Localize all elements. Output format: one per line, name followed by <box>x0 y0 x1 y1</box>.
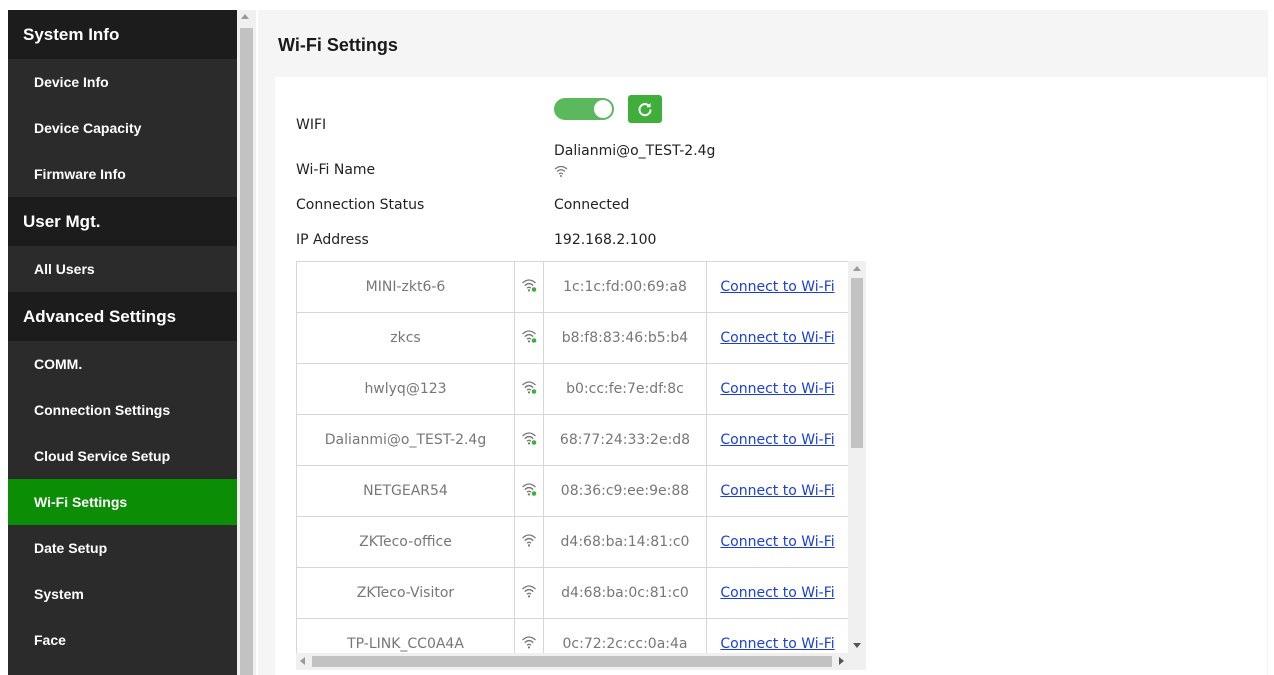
page-title: Wi-Fi Settings <box>278 35 398 55</box>
scroll-down-arrow-icon[interactable] <box>853 643 861 648</box>
network-row: zkcs b8:f8:83:46:b5:b4 Connect to Wi-Fi <box>296 312 849 364</box>
scroll-up-arrow-icon[interactable] <box>241 14 249 19</box>
wifi-icon <box>514 516 544 568</box>
sidebar-section-user-mgt[interactable]: User Mgt. <box>8 197 237 246</box>
connect-to-wifi-link[interactable]: Connect to Wi-Fi <box>720 279 834 295</box>
connect-to-wifi-link[interactable]: Connect to Wi-Fi <box>720 636 834 652</box>
network-action-cell: Connect to Wi-Fi <box>706 363 849 415</box>
sidebar-item-connection-settings[interactable]: Connection Settings <box>8 387 237 433</box>
network-row: hwlyq@123 b0:cc:fe:7e:df:8c Connect to Wi-… <box>296 363 849 415</box>
network-action-cell: Connect to Wi-Fi <box>706 261 849 313</box>
table-scroll-thumb[interactable] <box>851 278 863 448</box>
sidebar-item-cloud-service-setup[interactable]: Cloud Service Setup <box>8 433 237 479</box>
network-action-cell: Connect to Wi-Fi <box>706 312 849 364</box>
sidebar-item-date-setup[interactable]: Date Setup <box>8 525 237 571</box>
wifi-open-icon <box>514 312 544 364</box>
network-row: Dalianmi@o_TEST-2.4g 68:77:24:33:2e:d8 Con… <box>296 414 849 466</box>
ip-address-value: 192.168.2.100 <box>554 232 657 248</box>
sidebar-item-all-users[interactable]: All Users <box>8 246 237 292</box>
wifi-toggle[interactable] <box>554 98 614 120</box>
network-mac: b8:f8:83:46:b5:b4 <box>543 312 707 364</box>
wifi-network-table: MINI-zkt6-6 1c:1c:fd:00:69:a8 Connect to W… <box>296 261 849 670</box>
connect-to-wifi-link[interactable]: Connect to Wi-Fi <box>720 585 834 601</box>
main-panel: Wi-Fi Settings WIFI Wi-Fi Name Dalianmi@… <box>258 10 1268 675</box>
network-ssid: hwlyq@123 <box>296 363 515 415</box>
scroll-left-arrow-icon[interactable] <box>300 657 305 665</box>
scroll-up-arrow-icon[interactable] <box>853 266 861 271</box>
network-mac: b0:cc:fe:7e:df:8c <box>543 363 707 415</box>
network-action-cell: Connect to Wi-Fi <box>706 414 849 466</box>
sidebar-item-face[interactable]: Face <box>8 617 237 663</box>
network-mac: d4:68:ba:0c:81:c0 <box>543 567 707 619</box>
sidebar-item-firmware-info[interactable]: Firmware Info <box>8 151 237 197</box>
network-ssid: ZKTeco-office <box>296 516 515 568</box>
connect-to-wifi-link[interactable]: Connect to Wi-Fi <box>720 381 834 397</box>
wifi-open-icon <box>514 414 544 466</box>
scroll-right-arrow-icon[interactable] <box>839 657 844 665</box>
sidebar-item-system[interactable]: System <box>8 571 237 617</box>
network-mac: d4:68:ba:14:81:c0 <box>543 516 707 568</box>
connect-to-wifi-link[interactable]: Connect to Wi-Fi <box>720 330 834 346</box>
refresh-button[interactable] <box>628 95 662 123</box>
network-ssid: zkcs <box>296 312 515 364</box>
connect-to-wifi-link[interactable]: Connect to Wi-Fi <box>720 534 834 550</box>
table-hscroll-thumb[interactable] <box>312 656 832 667</box>
sidebar-item-wifi-settings[interactable]: Wi-Fi Settings <box>8 479 237 525</box>
network-row: NETGEAR54 08:36:c9:ee:9e:88 Connect to Wi-… <box>296 465 849 517</box>
sidebar-item-device-info[interactable]: Device Info <box>8 59 237 105</box>
network-mac: 1c:1c:fd:00:69:a8 <box>543 261 707 313</box>
wifi-icon <box>514 567 544 619</box>
sidebar-section-system-info[interactable]: System Info <box>8 10 237 59</box>
network-mac: 68:77:24:33:2e:d8 <box>543 414 707 466</box>
wifi-open-icon <box>514 465 544 517</box>
network-row: MINI-zkt6-6 1c:1c:fd:00:69:a8 Connect to W… <box>296 261 849 313</box>
wifi-name-label: Wi-Fi Name <box>296 162 376 178</box>
toggle-knob <box>594 100 612 118</box>
network-row: ZKTeco-Visitor d4:68:ba:0c:81:c0 Connect t… <box>296 567 849 619</box>
sidebar-scroll-thumb[interactable] <box>240 28 253 675</box>
page-edge <box>1268 10 1274 675</box>
wifi-label: WIFI <box>296 117 327 133</box>
sidebar-item-device-capacity[interactable]: Device Capacity <box>8 105 237 151</box>
network-ssid: ZKTeco-Visitor <box>296 567 515 619</box>
scrollbar-corner <box>848 653 866 670</box>
network-ssid: Dalianmi@o_TEST-2.4g <box>296 414 515 466</box>
wifi-open-icon <box>514 261 544 313</box>
network-ssid: NETGEAR54 <box>296 465 515 517</box>
network-ssid: MINI-zkt6-6 <box>296 261 515 313</box>
sidebar-scrollbar[interactable] <box>237 10 256 675</box>
connect-to-wifi-link[interactable]: Connect to Wi-Fi <box>720 432 834 448</box>
connection-status-label: Connection Status <box>296 197 425 213</box>
table-horizontal-scrollbar[interactable] <box>296 653 848 670</box>
network-row: ZKTeco-office d4:68:ba:14:81:c0 Connect to… <box>296 516 849 568</box>
connect-to-wifi-link[interactable]: Connect to Wi-Fi <box>720 483 834 499</box>
network-action-cell: Connect to Wi-Fi <box>706 465 849 517</box>
table-vertical-scrollbar[interactable] <box>848 261 866 653</box>
wifi-icon <box>554 165 568 177</box>
wifi-network-table-container: MINI-zkt6-6 1c:1c:fd:00:69:a8 Connect to W… <box>296 261 866 670</box>
wifi-settings-card: WIFI Wi-Fi Name Dalianmi@o_TEST-2.4g Con… <box>275 77 1267 675</box>
wifi-name-value: Dalianmi@o_TEST-2.4g <box>554 143 716 159</box>
network-mac: 08:36:c9:ee:9e:88 <box>543 465 707 517</box>
network-action-cell: Connect to Wi-Fi <box>706 516 849 568</box>
sidebar-section-advanced-settings[interactable]: Advanced Settings <box>8 292 237 341</box>
wifi-open-icon <box>514 363 544 415</box>
refresh-icon <box>638 103 652 117</box>
connection-status-value: Connected <box>554 197 630 213</box>
sidebar: System Info Device Info Device Capacity … <box>8 10 237 675</box>
ip-address-label: IP Address <box>296 232 369 248</box>
sidebar-item-comm[interactable]: COMM. <box>8 341 237 387</box>
network-action-cell: Connect to Wi-Fi <box>706 567 849 619</box>
